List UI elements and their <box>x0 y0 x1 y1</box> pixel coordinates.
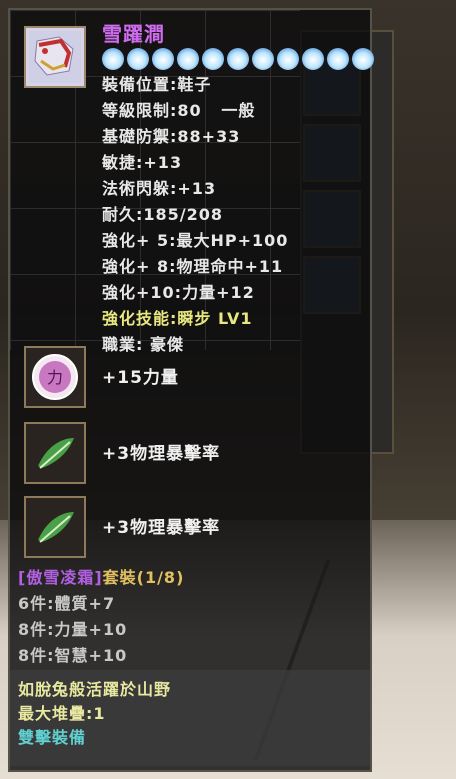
green-feather-icon <box>38 438 74 469</box>
gem-label: +3物理暴擊率 <box>102 518 221 538</box>
enhance-star-icon <box>227 48 249 70</box>
set-name: [傲雪凌霜] <box>18 568 103 587</box>
set-bonus: 8件:智慧+10 <box>18 646 128 665</box>
enhance-stars <box>102 48 374 70</box>
green-feather-icon <box>38 512 74 543</box>
flavor-text: 如脫兔般活躍於山野 <box>18 680 172 699</box>
gem-slot-row: 力 +15力量 <box>24 346 364 408</box>
boots-icon <box>29 31 81 83</box>
enhance-star-icon <box>177 48 199 70</box>
enhance-star-icon <box>202 48 224 70</box>
gem-glyph: 力 <box>47 368 63 387</box>
stat-line: 等級限制:80 一般 <box>102 101 256 120</box>
item-name: 雪躍澗 <box>102 22 165 46</box>
stat-line: 法術閃躲:+13 <box>102 179 217 198</box>
gem-label: +3物理暴擊率 <box>102 444 221 464</box>
stat-line: 強化+ 8:物理命中+11 <box>102 257 284 276</box>
enhance-star-icon <box>277 48 299 70</box>
item-icon[interactable] <box>24 26 86 88</box>
set-suffix: 套裝(1/8) <box>102 568 185 587</box>
stat-line: 強化技能:瞬步 LV1 <box>102 309 253 328</box>
strength-orb-icon: 力 <box>32 354 78 400</box>
equip-hint: 雙擊裝備 <box>18 728 87 747</box>
stat-line: 裝備位置:鞋子 <box>102 75 212 94</box>
gem-slot-row: +3物理暴擊率 <box>24 422 364 484</box>
enhance-star-icon <box>152 48 174 70</box>
set-bonus: 6件:體質+7 <box>18 594 116 613</box>
item-stats: 裝備位置:鞋子等級限制:80 一般 基礎防禦:88+33 敏捷:+13 法術閃躲:+1… <box>102 72 288 358</box>
stat-line: 敏捷:+13 <box>102 153 183 172</box>
stat-line: 基礎防禦:88+33 <box>102 127 241 146</box>
set-bonus: 8件:力量+10 <box>18 620 128 639</box>
gem-slot[interactable]: 力 <box>24 346 86 408</box>
gem-label: +15力量 <box>102 368 179 388</box>
stat-line: 耐久:185/208 <box>102 205 224 224</box>
gem-slot[interactable] <box>24 496 86 558</box>
enhance-star-icon <box>102 48 124 70</box>
item-description: 如脫兔般活躍於山野 最大堆疊:1 雙擊裝備 <box>10 670 370 766</box>
stat-line: 強化+ 5:最大HP+100 <box>102 231 289 250</box>
enhance-star-icon <box>352 48 374 70</box>
gem-slot-row: +3物理暴擊率 <box>24 496 364 558</box>
enhance-star-icon <box>327 48 349 70</box>
stat-line: 強化+10:力量+12 <box>102 283 255 302</box>
enhance-star-icon <box>302 48 324 70</box>
max-stack: 最大堆疊:1 <box>18 704 106 723</box>
enhance-star-icon <box>127 48 149 70</box>
gem-slot[interactable] <box>24 422 86 484</box>
item-tooltip: 雪躍澗 裝備位置:鞋子等級限制:80 一般 基礎防禦:88+33 敏捷:+13 法術閃… <box>8 8 374 772</box>
enhance-star-icon <box>252 48 274 70</box>
set-title: [傲雪凌霜]套裝(1/8) <box>18 564 184 588</box>
